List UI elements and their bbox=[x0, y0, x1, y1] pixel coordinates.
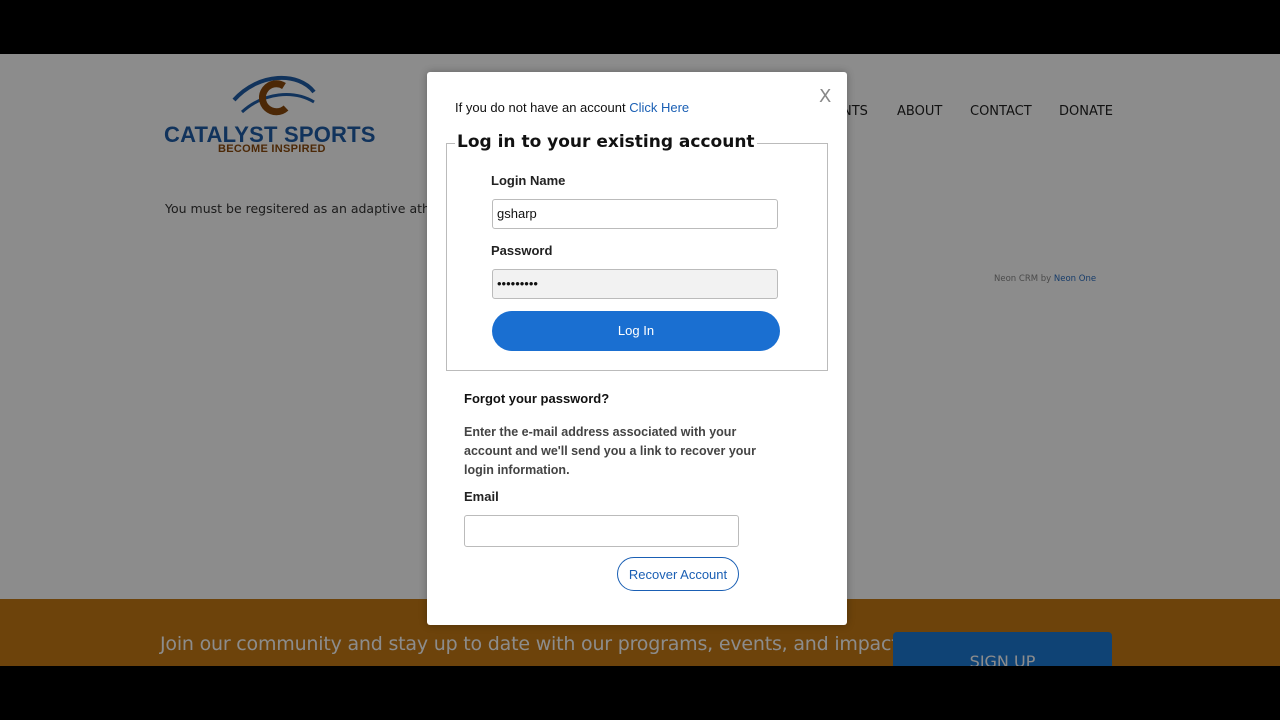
password-label: Password bbox=[491, 243, 553, 258]
close-icon[interactable]: X bbox=[819, 86, 831, 107]
login-button[interactable]: Log In bbox=[492, 311, 780, 351]
no-account-text: If you do not have an account bbox=[455, 100, 630, 115]
no-account-prompt: If you do not have an account Click Here bbox=[455, 100, 689, 115]
login-modal: X If you do not have an account Click He… bbox=[427, 72, 847, 625]
recover-account-button[interactable]: Recover Account bbox=[617, 557, 739, 591]
email-label: Email bbox=[464, 489, 499, 504]
password-input[interactable]: ••••••••• bbox=[492, 269, 778, 299]
forgot-password-instructions: Enter the e-mail address associated with… bbox=[464, 425, 756, 477]
recover-account-label: Recover Account bbox=[628, 567, 728, 582]
login-legend: Log in to your existing account bbox=[455, 132, 757, 152]
login-name-label: Login Name bbox=[491, 173, 566, 188]
letterbox-top bbox=[0, 0, 1280, 54]
login-button-label: Log In bbox=[617, 323, 655, 338]
create-account-link[interactable]: Click Here bbox=[629, 100, 689, 115]
login-name-input[interactable]: gsharp bbox=[492, 199, 778, 229]
forgot-password-title: Forgot your password? bbox=[464, 391, 610, 406]
email-input[interactable] bbox=[464, 515, 739, 547]
letterbox-bottom bbox=[0, 666, 1280, 720]
